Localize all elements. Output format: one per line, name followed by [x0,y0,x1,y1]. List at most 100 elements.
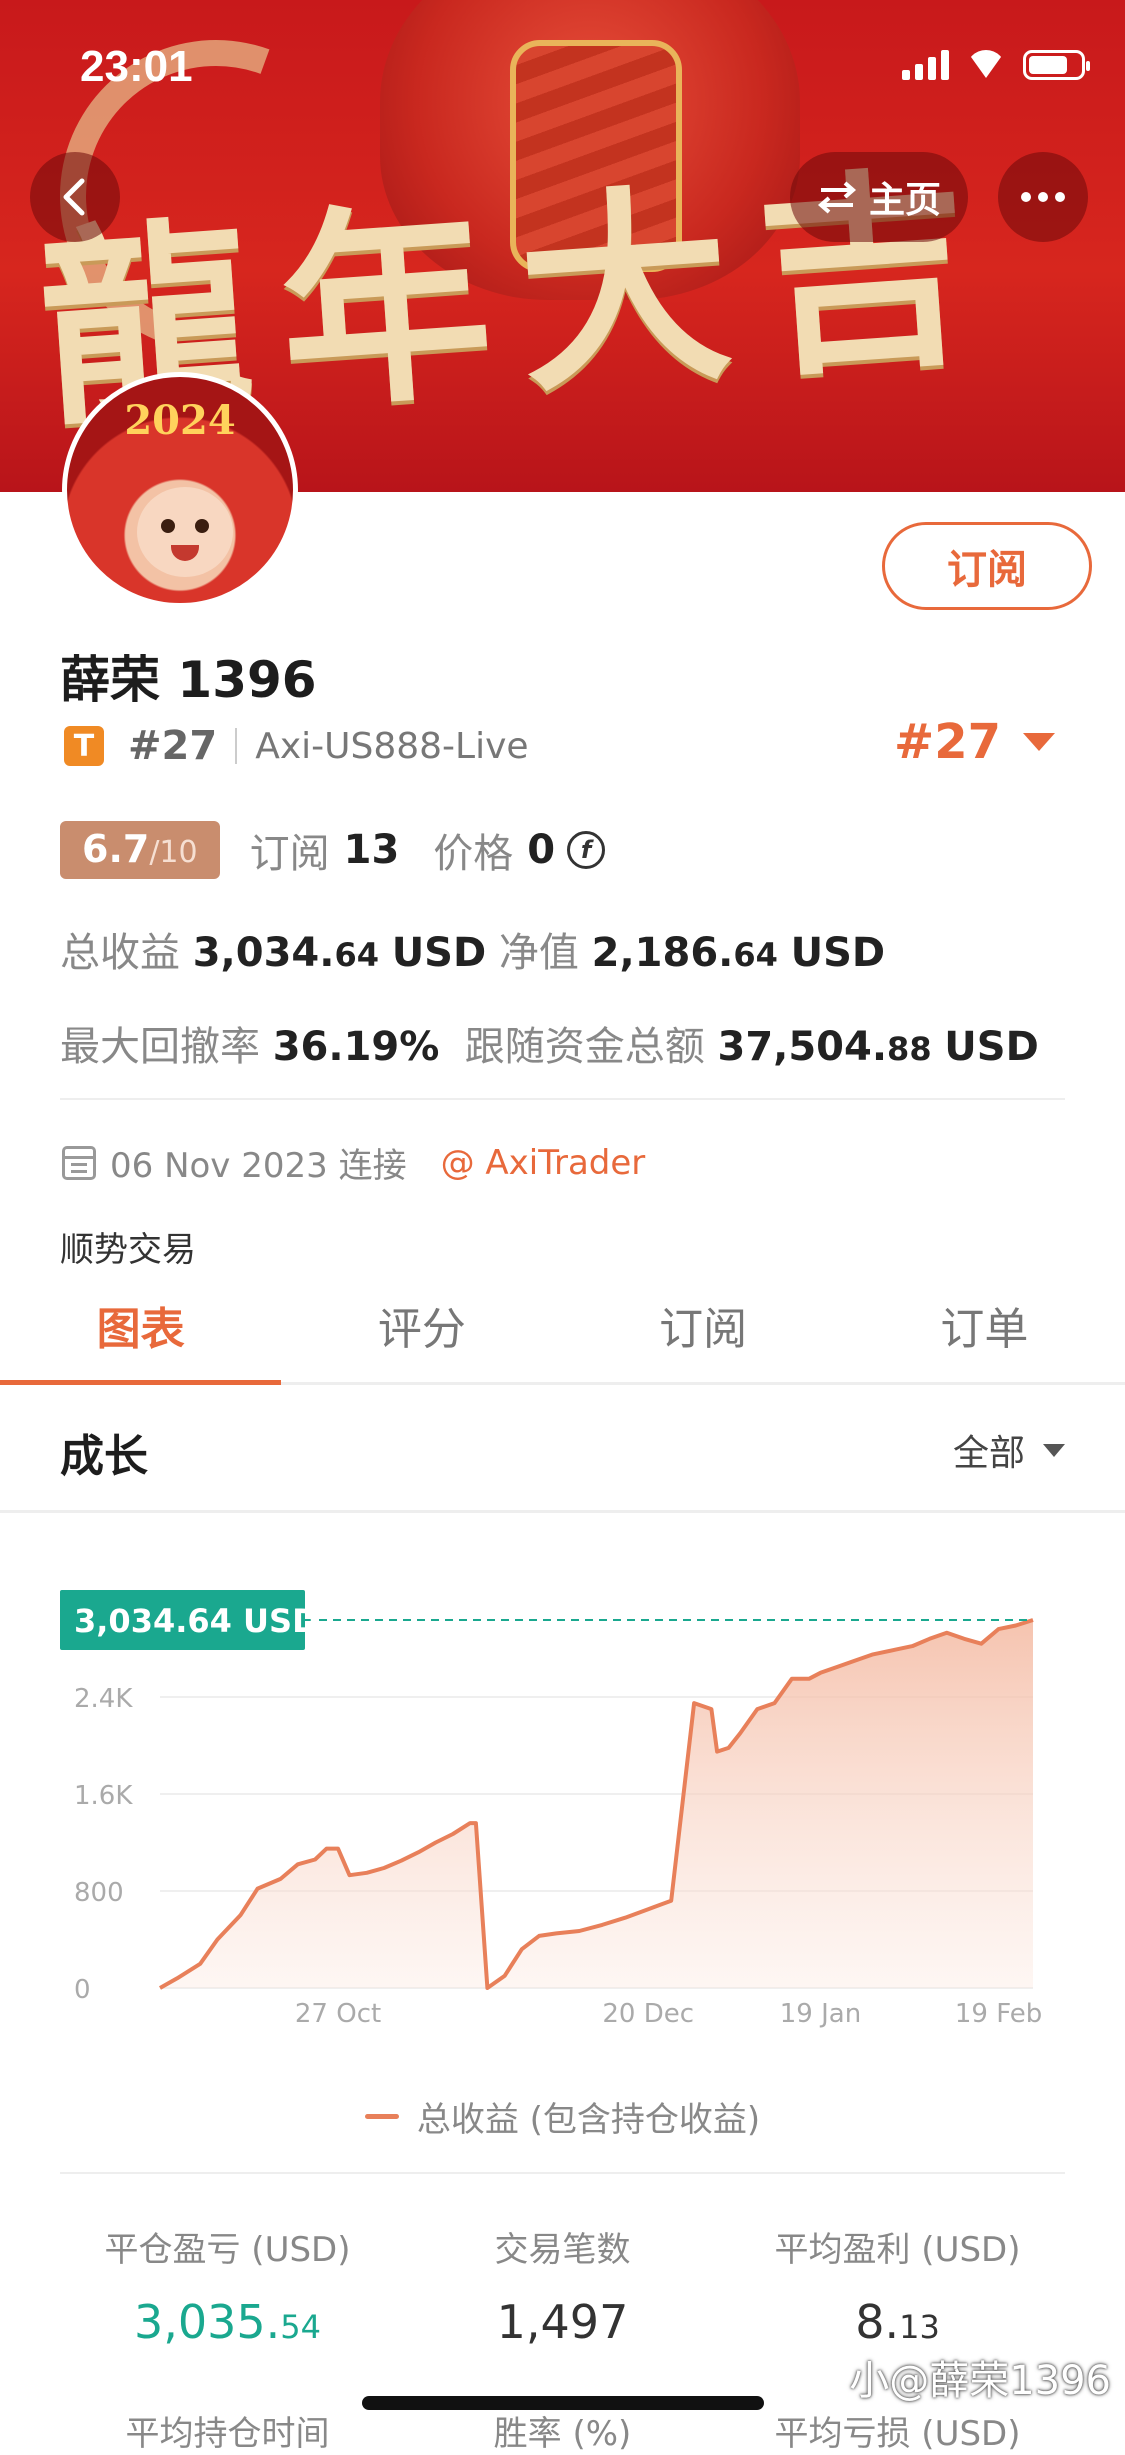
follow-funds-dec: 88 [887,1030,932,1068]
watermark: 小@薛荣1396 [849,2358,1111,2404]
score-row: 6.7 /10 订阅 13 价格 0 f [60,818,606,882]
total-profit-label: 总收益 [60,930,180,976]
y-tick-label: 2.4K [74,1684,133,1714]
caret-down-icon [1043,1443,1065,1457]
y-tick-label: 800 [74,1878,124,1908]
current-value-label: 3,034.64 USD [74,1602,319,1640]
growth-chart-svg: 0 800 1.6K 2.4K 27 Oct 20 Dec 19 Jan 19 Feb 3,… [60,1590,1042,2029]
server-name: Axi-US888-Live [255,725,529,767]
equity-dec: 64 [733,936,778,974]
caret-down-icon [1023,733,1055,751]
avatar[interactable]: 2024 [62,372,298,608]
chart-legend: 总收益 (包含持仓收益) [0,2092,1125,2141]
x-tick-label: 19 Jan [780,1999,861,2029]
tab-subscriptions[interactable]: 订阅 [563,1278,844,1382]
range-filter-label: 全部 [952,1433,1025,1474]
avg-profit-dec: 13 [899,2308,940,2346]
trader-name: 薛荣 1396 [60,651,317,709]
subscribers-label: 订阅 [249,831,330,877]
total-profit-dec: 64 [334,936,379,974]
strategy-text: 顺势交易 [60,1230,196,1270]
subscribe-button[interactable]: 订阅 [882,522,1092,610]
price-label: 价格 [433,831,514,877]
growth-area [160,1620,1033,1988]
rank-highlight: #27 [893,714,1001,770]
trade-count-value: 1,497 [496,2295,629,2349]
equity-label: 净值 [498,930,579,976]
swap-arrows-icon [817,181,857,214]
home-button[interactable]: 主页 [790,152,968,242]
broker-link[interactable]: @ AxiTrader [441,1143,646,1183]
home-indicator [362,2396,764,2410]
section-title: 成长 [60,1431,148,1482]
x-tick-label: 27 Oct [295,1999,381,2029]
wifi-icon [967,50,1005,80]
status-icons [902,50,1090,80]
trade-count-label: 交易笔数 [494,2230,631,2270]
legend-label: 总收益 (包含持仓收益) [416,2100,761,2140]
avg-profit-stat: 平均盈利 (USD) 8.13 [730,2222,1065,2349]
closed-pl-label: 平仓盈亏 (USD) [104,2230,351,2270]
score-max: /10 [149,835,198,870]
more-dots-icon [1021,192,1065,202]
connect-date: 06 Nov 2023 连接 [110,1146,407,1186]
home-button-label: 主页 [868,180,941,221]
total-profit-main: 3,034. [192,930,335,976]
equity-main: 2,186. [591,930,734,976]
growth-chart[interactable]: 0 800 1.6K 2.4K 27 Oct 20 Dec 19 Jan 19 Feb 3,… [0,1560,1125,2040]
y-tick-label: 1.6K [74,1781,133,1811]
battery-icon [1023,50,1090,80]
rank-small: #27 [128,723,218,769]
avg-hold-time-label: 平均持仓时间 [125,2414,330,2454]
meta-separator [235,728,238,764]
tab-orders[interactable]: 订单 [844,1278,1125,1382]
avatar-year-text: 2024 [124,397,236,444]
rank-dropdown[interactable]: #27 [894,714,1055,770]
coin-icon: f [567,831,606,869]
avatar-face [137,487,233,577]
tab-chart[interactable]: 图表 [0,1278,282,1385]
status-time: 23:01 [80,42,193,91]
price-value: 0 [527,827,556,873]
chevron-left-icon [63,178,85,216]
avg-profit-main: 8. [855,2295,900,2349]
summary-stats: 平仓盈亏 (USD) 3,035.54 交易笔数 1,497 平均盈利 (USD… [60,2172,1065,2454]
drawdown-follow-line: 最大回撤率 36.19% 跟随资金总额 37,504.88 USD [60,1014,1039,1072]
growth-section-header: 成长 全部 [0,1384,1125,1513]
x-tick-label: 19 Feb [955,1999,1042,2029]
score-badge: 6.7 /10 [60,821,220,879]
subscribers-value: 13 [343,827,400,873]
closed-pl-value: 3,035.54 [60,2295,395,2349]
closed-pl-main: 3,035. [133,2295,281,2349]
x-tick-label: 20 Dec [602,1999,694,2029]
trader-meta-row: T #27 Axi-US888-Live [64,718,529,774]
legend-swatch [364,2114,399,2119]
follow-funds-main: 37,504. [717,1024,888,1070]
back-button[interactable] [30,152,120,242]
profit-equity-line: 总收益 3,034.64 USD 净值 2,186.64 USD [60,920,885,978]
trade-count-stat: 交易笔数 1,497 [395,2222,730,2349]
follow-funds-unit: USD [944,1024,1039,1070]
y-tick-label: 0 [74,1975,91,2005]
range-filter-dropdown[interactable]: 全部 [953,1424,1065,1476]
win-rate-label: 胜率 (%) [493,2414,632,2454]
total-profit-unit: USD [391,930,487,976]
drawdown-value: 36.19% [272,1024,440,1070]
tab-bar: 图表 评分 订阅 订单 [0,1278,1125,1385]
avg-loss-label: 平均亏损 (USD) [774,2414,1021,2454]
score-value: 6.7 [82,827,150,871]
cellular-signal-icon [902,50,949,80]
tier-badge: T [64,726,104,766]
more-options-button[interactable] [998,152,1088,242]
calendar-icon [62,1145,96,1180]
closed-pl-dec: 54 [280,2308,322,2346]
divider [60,1098,1065,1100]
tab-rating[interactable]: 评分 [281,1278,562,1382]
avg-profit-label: 平均盈利 (USD) [774,2230,1021,2270]
avg-profit-value: 8.13 [730,2295,1065,2349]
equity-unit: USD [790,930,886,976]
follow-funds-label: 跟随资金总额 [464,1024,705,1070]
drawdown-label: 最大回撤率 [60,1024,260,1070]
closed-pl-stat: 平仓盈亏 (USD) 3,035.54 [60,2222,395,2349]
connect-row: 06 Nov 2023 连接 @ AxiTrader [62,1138,645,1187]
